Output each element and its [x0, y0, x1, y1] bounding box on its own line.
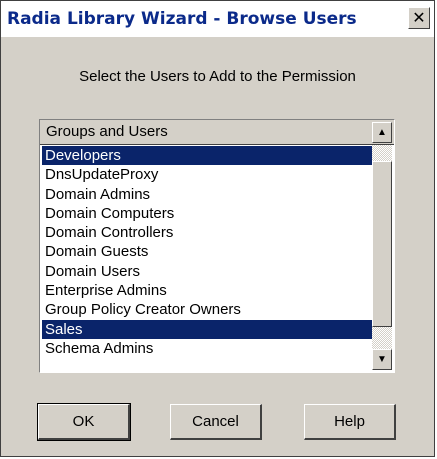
list-item-label: DnsUpdateProxy	[45, 166, 159, 184]
list-item-label: Group Policy Creator Owners	[45, 301, 241, 319]
list-item[interactable]: Group Policy Creator Owners	[42, 300, 372, 319]
list-item-label: Domain Guests	[45, 243, 149, 261]
list-item[interactable]: Domain Guests	[42, 242, 372, 261]
list-item-label: Sales	[45, 320, 83, 338]
help-button[interactable]: Help	[304, 404, 396, 440]
scrollbar-track-lower[interactable]	[372, 327, 392, 349]
list-item-label: Domain Users	[45, 262, 141, 280]
list-item-label: Developers	[45, 147, 121, 164]
list-item-label: Enterprise Admins	[45, 282, 167, 300]
list-header[interactable]: Groups and Users	[40, 120, 394, 145]
ok-button[interactable]: OK	[37, 403, 131, 441]
list-item-label: Domain Admins	[45, 185, 151, 203]
list-item[interactable]: Schema Admins	[42, 339, 372, 358]
window-title: Radia Library Wizard - Browse Users	[7, 9, 357, 29]
groups-users-listbox[interactable]: Groups and Users ▲ ▼ Developers DnsUpdat…	[39, 119, 395, 373]
scroll-up-arrow-icon[interactable]: ▲	[372, 122, 392, 143]
close-icon[interactable]: ✕	[408, 7, 430, 29]
list-item-label: Domain Controllers	[45, 224, 174, 242]
list-item-label: Schema Admins	[45, 339, 154, 357]
list-item[interactable]: Domain Controllers	[42, 223, 372, 242]
list-item-label: Domain Computers	[45, 204, 175, 222]
cancel-button[interactable]: Cancel	[170, 404, 262, 440]
browse-users-dialog: Radia Library Wizard - Browse Users ✕ Se…	[0, 0, 435, 457]
list-item[interactable]: Domain Computers	[42, 204, 372, 223]
list-item[interactable]: Developers	[42, 146, 372, 166]
list-items: Developers DnsUpdateProxy Domain Admins …	[42, 146, 372, 370]
instruction-text: Select the Users to Add to the Permissio…	[79, 68, 356, 85]
list-item[interactable]: Domain Admins	[42, 185, 372, 204]
title-bar[interactable]: Radia Library Wizard - Browse Users ✕	[1, 1, 434, 37]
list-item[interactable]: Sales	[42, 319, 372, 339]
scrollbar-thumb[interactable]	[372, 161, 392, 327]
list-item[interactable]: DnsUpdateProxy	[42, 165, 372, 184]
list-item[interactable]: Domain Users	[42, 262, 372, 281]
list-header-label: Groups and Users	[46, 123, 168, 140]
scroll-down-arrow-icon[interactable]: ▼	[372, 349, 392, 370]
list-item[interactable]: Enterprise Admins	[42, 281, 372, 300]
